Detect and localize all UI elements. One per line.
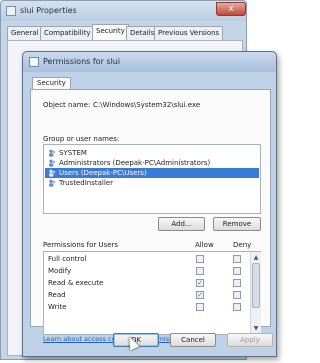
permissions-for-label: Permissions for Users (43, 241, 119, 249)
scroll-up-arrow-icon[interactable]: ▲ (252, 253, 260, 262)
properties-title-bar[interactable]: slui Properties x (1, 1, 246, 21)
list-item[interactable]: Users (Deepak-PC\Users) (45, 168, 259, 178)
permissions-title-bar[interactable]: Permissions for slui (23, 52, 276, 72)
permissions-dialog-title: Permissions for slui (43, 57, 121, 66)
permissions-scrollbar[interactable]: ▲ ▼ (250, 252, 261, 334)
deny-header: Deny (233, 241, 252, 249)
permission-name: Write (48, 303, 67, 311)
deny-checkbox[interactable] (233, 279, 241, 287)
deny-checkbox[interactable] (233, 291, 241, 299)
tab-security[interactable]: Security (92, 24, 129, 40)
permissions-content: Security Object name: C:\Windows\System3… (30, 74, 271, 343)
allow-header: Allow (195, 241, 214, 249)
tab-general[interactable]: General (7, 26, 43, 40)
group-name: Users (Deepak-PC\Users) (59, 169, 147, 177)
group-name: TrustedInstaller (59, 179, 113, 187)
add-button[interactable]: Add... (158, 217, 205, 231)
group-list[interactable]: SYSTEM Administrators (Deepak-PC\Adminis… (43, 144, 261, 214)
users-group-icon (49, 149, 56, 157)
tab-compatibility[interactable]: Compatibility (40, 26, 95, 40)
permissions-dialog: Permissions for slui Security Object nam… (22, 51, 277, 357)
permission-name: Read & execute (48, 279, 104, 287)
users-group-icon (49, 169, 56, 177)
users-group-icon (49, 159, 56, 167)
object-name-label: Object name: (43, 101, 91, 109)
allow-checkbox[interactable] (196, 303, 204, 311)
app-icon (29, 57, 39, 67)
scrollbar-thumb[interactable] (252, 263, 260, 308)
allow-checkbox[interactable] (196, 267, 204, 275)
permission-name: Modify (48, 267, 72, 275)
apply-button[interactable]: Apply (227, 333, 273, 347)
remove-button[interactable]: Remove (213, 217, 261, 231)
object-name-value: C:\Windows\System32\slui.exe (93, 101, 201, 109)
permission-row: Modify (44, 266, 249, 278)
permission-row: Full control (44, 254, 249, 266)
group-name: SYSTEM (59, 149, 87, 157)
deny-checkbox[interactable] (233, 303, 241, 311)
permission-name: Full control (48, 255, 87, 263)
close-button[interactable]: x (216, 2, 246, 16)
tab-previous-versions[interactable]: Previous Versions (154, 26, 224, 40)
list-item[interactable]: TrustedInstaller (45, 178, 259, 188)
group-names-label: Group or user names: (43, 135, 120, 143)
permission-row: Read & execute ✓ (44, 278, 249, 290)
app-icon (6, 6, 16, 16)
deny-checkbox[interactable] (233, 255, 241, 263)
list-item[interactable]: SYSTEM (45, 148, 259, 158)
deny-checkbox[interactable] (233, 267, 241, 275)
permission-name: Read (48, 291, 66, 299)
allow-checkbox[interactable] (196, 255, 204, 263)
properties-window-title: slui Properties (20, 6, 77, 15)
allow-checkbox[interactable]: ✓ (196, 279, 204, 287)
cancel-button[interactable]: Cancel (170, 333, 216, 347)
scroll-down-arrow-icon[interactable]: ▼ (252, 324, 260, 333)
permission-row: Write (44, 302, 249, 314)
permission-row: Read ✓ (44, 290, 249, 302)
allow-checkbox[interactable]: ✓ (196, 291, 204, 299)
group-name: Administrators (Deepak-PC\Administrators… (59, 159, 211, 167)
users-group-icon (49, 179, 56, 187)
list-item[interactable]: Administrators (Deepak-PC\Administrators… (45, 158, 259, 168)
permissions-table: Full control Modify Read & execute ✓ Rea… (43, 251, 261, 335)
